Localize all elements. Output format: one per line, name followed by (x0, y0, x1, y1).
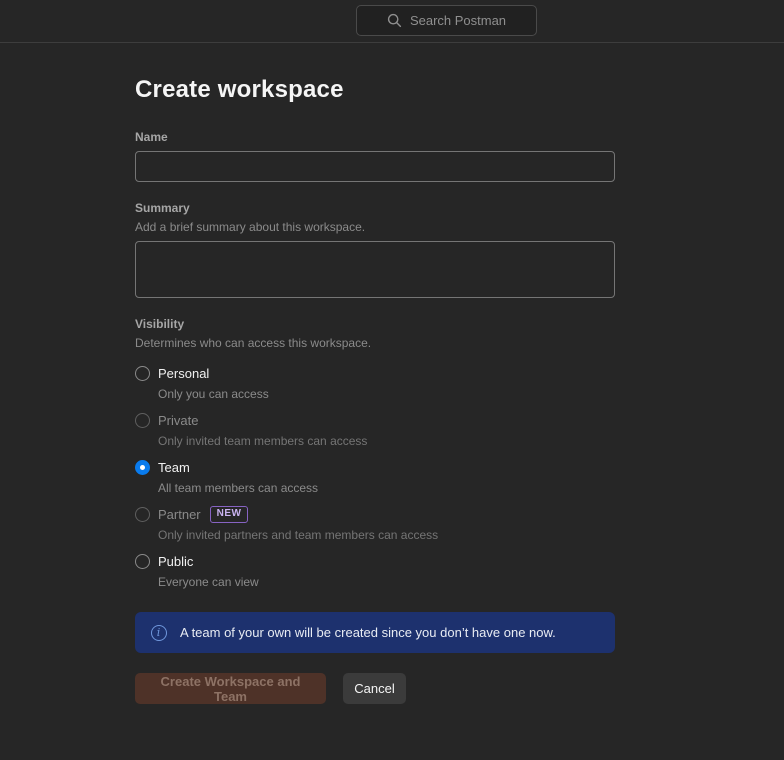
visibility-label: Visibility (135, 317, 615, 331)
radio-personal-description: Only you can access (158, 387, 269, 401)
new-badge: NEW (210, 506, 249, 523)
visibility-description: Determines who can access this workspace… (135, 336, 615, 350)
name-section: Name (135, 130, 615, 182)
search-icon (387, 13, 402, 28)
summary-label: Summary (135, 201, 615, 215)
radio-private-icon[interactable] (135, 413, 150, 428)
radio-team-label: Team (158, 459, 190, 476)
info-banner: i A team of your own will be created sin… (135, 612, 615, 653)
name-field[interactable] (135, 151, 615, 182)
name-label: Name (135, 130, 615, 144)
radio-public-icon[interactable] (135, 554, 150, 569)
visibility-section: Visibility Determines who can access thi… (135, 317, 615, 591)
radio-partner-icon[interactable] (135, 507, 150, 522)
info-banner-text: A team of your own will be created since… (180, 625, 556, 640)
cancel-button[interactable]: Cancel (343, 673, 406, 704)
action-buttons: Create Workspace and Team Cancel (135, 673, 615, 704)
top-bar: Search Postman (0, 0, 784, 43)
visibility-options: Personal Only you can access Private Onl… (135, 365, 615, 591)
info-icon: i (151, 625, 167, 641)
create-workspace-and-team-button[interactable]: Create Workspace and Team (135, 673, 326, 704)
radio-option-public[interactable]: Public Everyone can view (135, 553, 615, 591)
radio-partner-label: Partner (158, 506, 201, 523)
radio-team-description: All team members can access (158, 481, 318, 495)
search-placeholder: Search Postman (410, 13, 506, 28)
radio-personal-label: Personal (158, 365, 209, 382)
radio-option-personal[interactable]: Personal Only you can access (135, 365, 615, 403)
radio-private-label: Private (158, 412, 198, 429)
summary-section: Summary Add a brief summary about this w… (135, 201, 615, 298)
radio-option-team[interactable]: Team All team members can access (135, 459, 615, 497)
radio-team-icon-selected[interactable] (135, 460, 150, 475)
create-workspace-form: Create workspace Name Summary Add a brie… (135, 76, 615, 704)
summary-field[interactable] (135, 241, 615, 298)
radio-personal-icon[interactable] (135, 366, 150, 381)
page-title: Create workspace (135, 76, 615, 104)
radio-option-private[interactable]: Private Only invited team members can ac… (135, 412, 615, 450)
radio-public-description: Everyone can view (158, 575, 259, 589)
summary-description: Add a brief summary about this workspace… (135, 220, 615, 234)
radio-private-description: Only invited team members can access (158, 434, 367, 448)
radio-option-partner[interactable]: Partner NEW Only invited partners and te… (135, 506, 615, 544)
radio-partner-description: Only invited partners and team members c… (158, 528, 438, 542)
search-input[interactable]: Search Postman (356, 5, 537, 36)
radio-public-label: Public (158, 553, 193, 570)
